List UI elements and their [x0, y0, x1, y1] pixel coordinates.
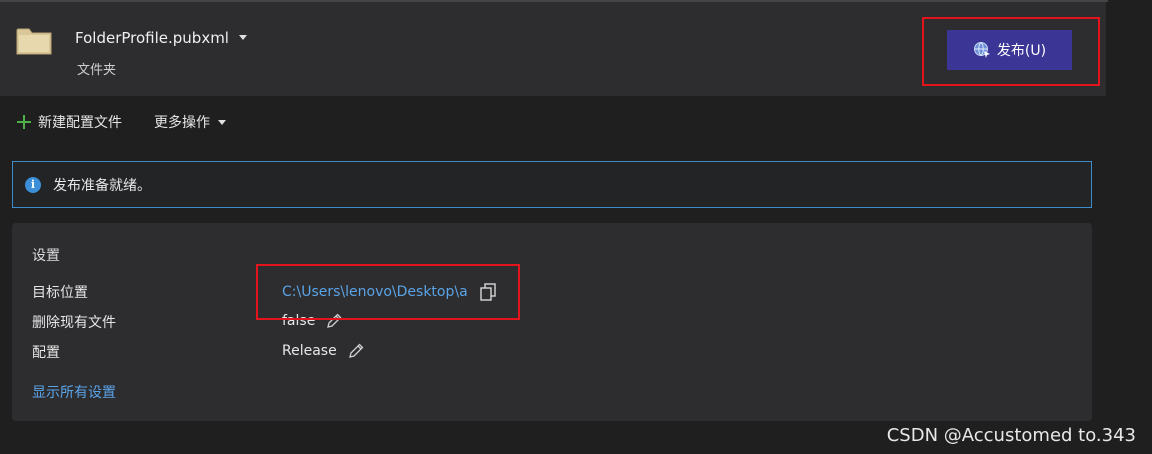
publish-profile-header: FolderProfile.pubxml 文件夹 发布(U) [0, 2, 1106, 96]
info-icon: i [25, 176, 41, 193]
chevron-down-icon[interactable] [239, 35, 247, 40]
chevron-down-icon [218, 119, 226, 125]
publish-ready-info-bar: i 发布准备就绪。 [12, 161, 1092, 208]
target-location-link[interactable]: C:\Users\lenovo\Desktop\a [282, 284, 468, 300]
plus-icon [16, 114, 32, 130]
new-profile-label: 新建配置文件 [38, 115, 122, 131]
globe-publish-icon [973, 42, 990, 58]
delete-existing-files-label: 删除现有文件 [32, 315, 116, 331]
publish-button-label: 发布(U) [996, 43, 1047, 59]
more-actions-menu[interactable]: 更多操作 [154, 112, 226, 132]
delete-existing-files-value: false [282, 312, 343, 330]
settings-title: 设置 [32, 248, 60, 264]
profile-toolbar: 新建配置文件 更多操作 [16, 112, 226, 132]
delete-existing-files-text: false [282, 313, 316, 329]
more-actions-label: 更多操作 [154, 115, 210, 131]
target-location-value: C:\Users\lenovo\Desktop\a [282, 282, 498, 302]
configuration-label: 配置 [32, 345, 60, 361]
profile-name[interactable]: FolderProfile.pubxml [75, 29, 229, 47]
pencil-icon[interactable] [325, 312, 343, 330]
configuration-value: Release [282, 342, 365, 360]
info-message: 发布准备就绪。 [53, 177, 151, 194]
profile-type: 文件夹 [77, 63, 117, 78]
settings-panel: 设置 目标位置 C:\Users\lenovo\Desktop\a 删除现有文件… [12, 223, 1092, 421]
target-location-label: 目标位置 [32, 285, 88, 301]
new-profile-button[interactable]: 新建配置文件 [16, 112, 122, 132]
copy-icon[interactable] [478, 282, 498, 302]
pencil-icon[interactable] [347, 342, 365, 360]
show-all-settings-link[interactable]: 显示所有设置 [32, 382, 116, 402]
watermark: CSDN @Accustomed to.343 [886, 425, 1136, 446]
folder-icon [16, 28, 52, 55]
configuration-text: Release [282, 343, 337, 359]
publish-button[interactable]: 发布(U) [947, 30, 1072, 70]
